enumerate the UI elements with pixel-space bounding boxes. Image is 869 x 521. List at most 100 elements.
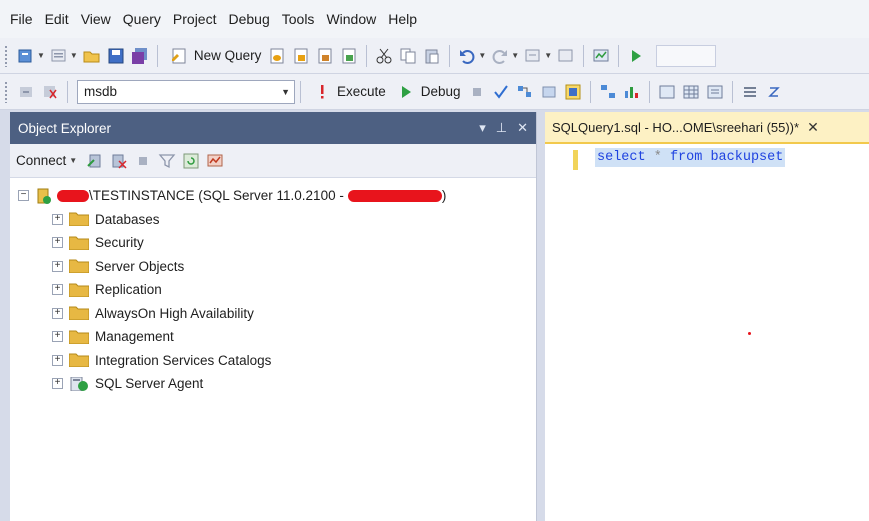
object-explorer-tree: − \TESTINSTANCE (SQL Server 11.0.2100 - … — [10, 178, 536, 396]
comment-out-icon[interactable] — [741, 83, 759, 101]
estimated-plan-icon[interactable] — [516, 83, 534, 101]
tree-node-alwayson[interactable]: + AlwaysOn High Availability — [10, 302, 536, 326]
tree-node-replication[interactable]: + Replication — [10, 278, 536, 302]
new-project-icon[interactable] — [17, 47, 35, 65]
expand-icon[interactable]: + — [52, 260, 63, 272]
redacted-hostname — [57, 189, 89, 202]
pin-icon[interactable]: ⊥ — [496, 120, 507, 136]
tree-node-integration-services[interactable]: + Integration Services Catalogs — [10, 349, 536, 373]
results-to-text-icon[interactable] — [658, 83, 676, 101]
sql-editor-toolbar: msdb ▼ Execute Debug — [0, 74, 869, 110]
server-icon — [35, 187, 53, 205]
solution-config-box[interactable] — [656, 44, 717, 67]
cancel-query-icon[interactable] — [468, 83, 486, 101]
activity-monitor-icon[interactable] — [592, 47, 610, 65]
tree-node-sql-server-agent[interactable]: + SQL Server Agent — [10, 372, 536, 396]
menu-view[interactable]: View — [75, 0, 117, 38]
query-editor-pane: SQLQuery1.sql - HO...OME\sreehari (55))*… — [545, 112, 869, 521]
parse-icon[interactable] — [492, 83, 510, 101]
close-icon[interactable]: ✕ — [517, 120, 528, 136]
expand-icon[interactable]: + — [52, 354, 63, 366]
tree-node-label: Security — [95, 235, 144, 251]
chevron-down-icon[interactable]: ▼ — [544, 51, 552, 60]
close-icon[interactable]: ✕ — [807, 119, 819, 136]
expand-icon[interactable]: + — [52, 307, 63, 319]
new-query-button[interactable]: New Query — [163, 45, 266, 67]
undo-icon[interactable] — [458, 47, 476, 65]
change-connection-icon[interactable] — [41, 83, 59, 101]
tree-node-server-objects[interactable]: + Server Objects — [10, 255, 536, 279]
toolbar-grip[interactable] — [4, 44, 8, 67]
menu-window[interactable]: Window — [320, 0, 382, 38]
expand-icon[interactable]: + — [52, 284, 63, 296]
red-dot-artifact — [748, 332, 751, 335]
navigate-forward-icon[interactable] — [557, 47, 575, 65]
chevron-down-icon[interactable]: ▼ — [511, 51, 519, 60]
intellisense-icon[interactable] — [564, 83, 582, 101]
menu-query[interactable]: Query — [117, 0, 167, 38]
collapse-icon[interactable]: − — [18, 190, 29, 202]
menu-debug[interactable]: Debug — [222, 0, 275, 38]
start-icon[interactable] — [627, 47, 645, 65]
save-all-icon[interactable] — [131, 47, 149, 65]
query-options-icon[interactable] — [540, 83, 558, 101]
menu-tools[interactable]: Tools — [276, 0, 321, 38]
xmla-query-icon[interactable] — [340, 47, 358, 65]
chevron-down-icon[interactable]: ▼ — [37, 51, 45, 60]
menu-edit[interactable]: Edit — [39, 0, 75, 38]
connect-server-icon[interactable] — [86, 152, 104, 170]
filter-icon[interactable] — [158, 152, 176, 170]
tree-node-security[interactable]: + Security — [10, 231, 536, 255]
debug-button[interactable]: Debug — [390, 81, 465, 103]
chevron-down-icon[interactable]: ▼ — [478, 51, 486, 60]
open-file-icon[interactable] — [83, 47, 101, 65]
expand-icon[interactable]: + — [52, 213, 63, 225]
menu-help[interactable]: Help — [382, 0, 423, 38]
connect-label: Connect — [16, 153, 67, 168]
available-databases-dropdown[interactable]: msdb ▼ — [77, 79, 295, 104]
client-statistics-icon[interactable] — [623, 83, 641, 101]
navigate-backward-icon[interactable] — [524, 47, 542, 65]
connect-button[interactable]: Connect ▼ — [16, 151, 83, 170]
connect-icon[interactable] — [17, 83, 35, 101]
object-explorer-title-bar: Object Explorer ▾ ⊥ ✕ — [10, 112, 536, 144]
save-icon[interactable] — [107, 47, 125, 65]
tree-node-management[interactable]: + Management — [10, 325, 536, 349]
execute-button[interactable]: Execute — [306, 81, 390, 103]
server-node[interactable]: − \TESTINSTANCE (SQL Server 11.0.2100 - … — [10, 184, 536, 208]
query-editor[interactable]: select * from backupset — [545, 144, 869, 519]
query-text-selection[interactable]: select * from backupset — [595, 148, 786, 167]
window-position-icon[interactable]: ▾ — [479, 120, 486, 136]
analysis-query-icon[interactable] — [292, 47, 310, 65]
copy-icon[interactable] — [399, 47, 417, 65]
menu-project[interactable]: Project — [167, 0, 223, 38]
toolbar-grip[interactable] — [4, 80, 8, 103]
mdx-query-icon[interactable] — [316, 47, 334, 65]
redo-icon[interactable] — [491, 47, 509, 65]
menu-file[interactable]: File — [4, 0, 39, 38]
object-explorer-toolbar: Connect ▼ — [10, 144, 536, 178]
database-engine-query-icon[interactable] — [268, 47, 286, 65]
folder-icon — [69, 306, 89, 321]
uncomment-icon[interactable] — [765, 83, 783, 101]
refresh-icon[interactable] — [182, 152, 200, 170]
paste-icon[interactable] — [423, 47, 441, 65]
stop-icon[interactable] — [134, 152, 152, 170]
tree-node-databases[interactable]: + Databases — [10, 208, 536, 232]
disconnect-icon[interactable] — [110, 152, 128, 170]
results-to-file-icon[interactable] — [706, 83, 724, 101]
cut-icon[interactable] — [375, 47, 393, 65]
activity-monitor-icon[interactable] — [206, 152, 224, 170]
tree-node-label: SQL Server Agent — [95, 376, 204, 392]
expand-icon[interactable]: + — [52, 237, 63, 249]
include-plan-icon[interactable] — [599, 83, 617, 101]
change-tracking-bar — [573, 150, 578, 170]
add-item-icon[interactable] — [50, 47, 68, 65]
menu-bar: File Edit View Query Project Debug Tools… — [0, 0, 869, 38]
results-to-grid-icon[interactable] — [682, 83, 700, 101]
query-tab[interactable]: SQLQuery1.sql - HO...OME\sreehari (55))*… — [545, 112, 869, 144]
expand-icon[interactable]: + — [52, 331, 63, 343]
expand-icon[interactable]: + — [52, 378, 63, 390]
tree-node-label: Replication — [95, 282, 162, 298]
chevron-down-icon[interactable]: ▼ — [70, 51, 78, 60]
